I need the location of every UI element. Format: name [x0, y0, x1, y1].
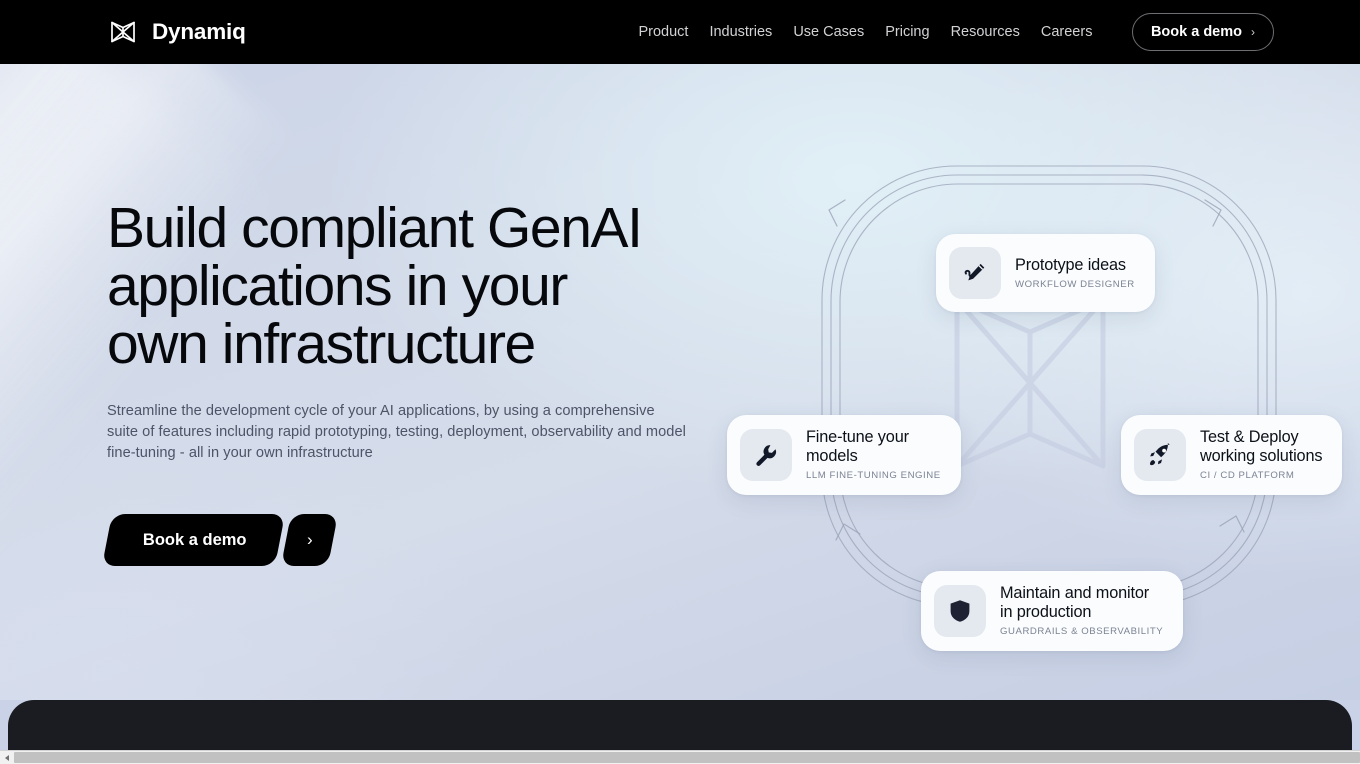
hero-cta-group: Book a demo › [101, 514, 707, 567]
nav-link-pricing[interactable]: Pricing [875, 16, 940, 48]
feature-card-finetune[interactable]: Fine-tune your models LLM FINE-TUNING EN… [727, 415, 961, 495]
cycle-flow-path [821, 165, 1277, 607]
card-title: Prototype ideas [1015, 255, 1126, 274]
card-subtitle: CI / CD PLATFORM [1200, 470, 1295, 481]
nav-links: Product Industries Use Cases Pricing Res… [628, 16, 1103, 48]
card-icon-tile [740, 429, 792, 481]
nav-link-industries[interactable]: Industries [699, 16, 783, 48]
pencil-icon [964, 263, 985, 281]
hero-subheadline: Streamline the development cycle of your… [107, 403, 686, 461]
horizontal-scrollbar[interactable] [0, 750, 1360, 764]
hero-copy: Build compliant GenAI applications in yo… [101, 196, 707, 567]
triangle-left-icon [5, 754, 9, 761]
brand-logo[interactable]: Dynamiq [107, 16, 246, 48]
card-title: Maintain and monitor in production [1000, 584, 1150, 621]
card-icon-tile [1134, 429, 1186, 481]
next-section-dark-panel [8, 700, 1352, 750]
feature-card-prototype[interactable]: Prototype ideas WORKFLOW DESIGNER [936, 234, 1155, 312]
rocket-icon [1150, 442, 1170, 466]
card-icon-tile [949, 247, 1001, 299]
card-text: Fine-tune your models LLM FINE-TUNING EN… [806, 428, 941, 482]
card-title: Test & Deploy working solutions [1200, 428, 1323, 465]
hero-book-demo-button[interactable]: Book a demo [101, 514, 285, 567]
wrench-icon [756, 445, 777, 466]
nav-book-demo-label: Book a demo [1150, 24, 1242, 40]
card-text: Maintain and monitor in production GUARD… [1000, 584, 1163, 638]
card-text: Prototype ideas WORKFLOW DESIGNER [1015, 256, 1135, 291]
nav-link-careers[interactable]: Careers [1030, 16, 1103, 48]
card-subtitle: LLM FINE-TUNING ENGINE [806, 470, 941, 481]
chevron-right-icon: › [306, 530, 312, 550]
nav-link-product[interactable]: Product [628, 16, 699, 48]
scrollbar-track[interactable] [14, 751, 1360, 764]
cube-wireframe-icon [111, 21, 135, 43]
background-cube-wireframe [954, 297, 1106, 469]
card-subtitle: GUARDRAILS & OBSERVABILITY [1000, 626, 1164, 637]
hero-book-demo-arrow-button[interactable]: › [280, 514, 338, 567]
feature-card-maintain[interactable]: Maintain and monitor in production GUARD… [921, 571, 1184, 651]
nav-link-use-cases[interactable]: Use Cases [783, 16, 875, 48]
brand-name: Dynamiq [152, 18, 246, 44]
hero-book-demo-label: Book a demo [143, 530, 247, 549]
scrollbar-thumb[interactable] [14, 752, 1360, 763]
feature-card-test-deploy[interactable]: Test & Deploy working solutions CI / CD … [1121, 415, 1343, 495]
hero-section: Build compliant GenAI applications in yo… [0, 64, 1360, 700]
card-subtitle: WORKFLOW DESIGNER [1015, 278, 1135, 290]
nav-link-resources[interactable]: Resources [940, 16, 1030, 48]
nav-book-demo-button[interactable]: Book a demo › [1131, 13, 1274, 51]
top-navigation-bar: Dynamiq Product Industries Use Cases Pri… [0, 0, 1360, 64]
card-title: Fine-tune your models [806, 428, 909, 465]
card-text: Test & Deploy working solutions CI / CD … [1200, 428, 1322, 482]
hero-headline: Build compliant GenAI applications in yo… [107, 196, 643, 376]
page-viewport: Dynamiq Product Industries Use Cases Pri… [0, 0, 1360, 764]
chevron-right-icon: › [1251, 25, 1255, 39]
card-icon-tile [934, 585, 986, 637]
shield-icon [950, 600, 970, 622]
scrollbar-left-arrow-button[interactable] [0, 751, 14, 764]
